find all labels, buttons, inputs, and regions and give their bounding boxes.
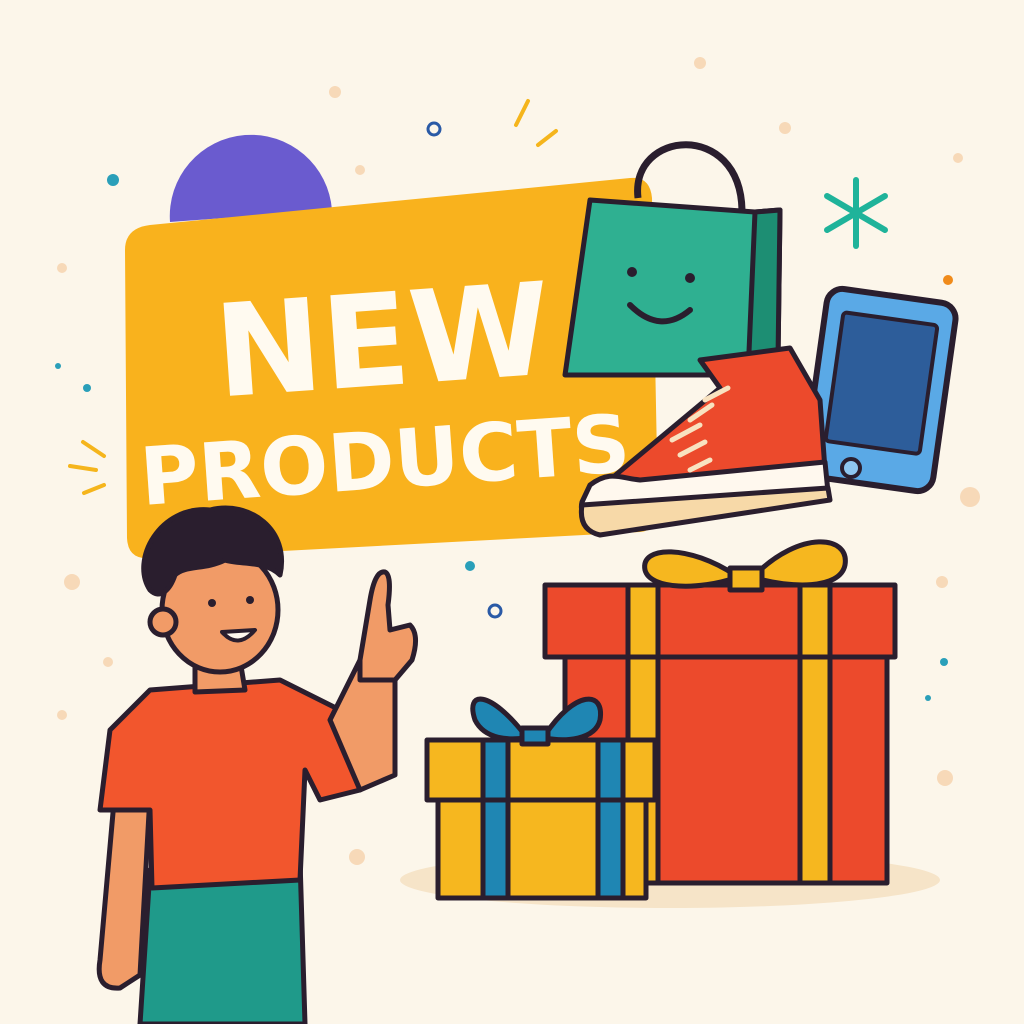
illustration: NEW PRODUCTS: [0, 0, 1024, 1024]
banner-title: NEW: [210, 255, 555, 427]
illustration-canvas: NEW PRODUCTS: [0, 0, 1024, 1024]
